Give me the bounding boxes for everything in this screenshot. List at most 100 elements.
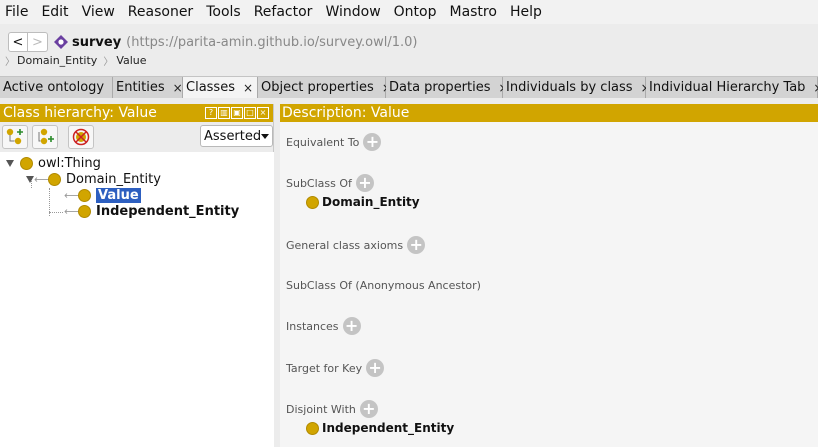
tree-expand-icon[interactable] [6, 159, 14, 167]
tree-node-label: owl:Thing [38, 155, 101, 171]
class-tree: owl:Thing ⟵ Domain_Entity ⟵ Value ⟵ Inde… [0, 152, 274, 447]
tab-label: Entities [116, 80, 165, 95]
add-subclass-button[interactable] [2, 125, 28, 149]
add-superclass-button[interactable]: + [355, 174, 374, 192]
menu-reasoner[interactable]: Reasoner [122, 0, 200, 24]
hierarchy-mode-value: Asserted [204, 128, 262, 144]
menu-mastro[interactable]: Mastro [443, 0, 503, 24]
class-icon [78, 204, 91, 218]
class-icon [20, 156, 33, 170]
tab-label: Classes [186, 80, 235, 95]
section-equivalent-to: Equivalent To + [286, 133, 382, 151]
add-disjoint-button[interactable]: + [359, 400, 378, 418]
menu-file[interactable]: File [0, 0, 35, 24]
maximize-icon[interactable]: □ [244, 107, 256, 119]
disjoint-with-entry[interactable]: Independent_Entity [306, 421, 454, 435]
tree-node-label: Independent_Entity [96, 203, 240, 219]
tree-node-owl-thing[interactable]: owl:Thing [6, 155, 101, 171]
menu-view[interactable]: View [76, 0, 122, 24]
add-sibling-class-button[interactable] [32, 125, 58, 149]
menu-bar: File Edit View Reasoner Tools Refactor W… [0, 0, 818, 24]
menu-tools[interactable]: Tools [200, 0, 248, 24]
tree-node-domain-entity[interactable]: ⟵ Domain_Entity [26, 171, 161, 187]
tab-classes[interactable]: Classes × [183, 77, 258, 98]
breadcrumb-separator: 〉 [103, 56, 114, 68]
section-instances: Instances + [286, 317, 361, 335]
add-sibling-icon [38, 128, 54, 145]
class-hierarchy-panel: Class hierarchy: Value ? ▥ ▣ □ × Asserte… [0, 104, 274, 447]
section-label: Instances [286, 319, 339, 333]
split-view-icon[interactable]: ▥ [218, 107, 230, 119]
panel-title: Description: Value [282, 105, 410, 121]
tab-label: Active ontology [3, 80, 105, 95]
tab-object-properties[interactable]: Object properties × [258, 77, 392, 98]
section-label: SubClass Of [286, 176, 352, 190]
breadcrumb: 〉 Domain_Entity 〉 Value [0, 52, 147, 68]
forward-button[interactable]: > [28, 32, 48, 52]
section-label: General class axioms [286, 238, 404, 252]
tree-node-label-selected: Value [96, 187, 141, 203]
chevron-down-icon [261, 134, 269, 139]
class-hierarchy-header: Class hierarchy: Value ? ▥ ▣ □ × [0, 104, 273, 122]
section-label: SubClass Of (Anonymous Ancestor) [286, 279, 481, 292]
subclass-arrow-icon: ⟵ [64, 204, 80, 218]
subclass-arrow-icon: ⟵ [64, 188, 80, 202]
tree-expand-icon[interactable] [26, 175, 34, 183]
tab-label: Individual Hierarchy Tab [649, 80, 806, 95]
section-label: Equivalent To [286, 135, 360, 149]
subclass-arrow-icon: ⟵ [34, 172, 50, 186]
class-icon [306, 421, 319, 435]
tab-label: Individuals by class [506, 80, 633, 95]
breadcrumb-item-domain-entity[interactable]: Domain_Entity [17, 54, 97, 67]
add-equivalent-button[interactable]: + [363, 133, 382, 151]
hierarchy-mode-select[interactable]: Asserted [200, 125, 273, 147]
section-general-class-axioms: General class axioms + [286, 236, 426, 254]
menu-ontop[interactable]: Ontop [388, 0, 444, 24]
delete-class-icon [72, 128, 90, 146]
section-target-for-key: Target for Key + [286, 359, 385, 377]
section-label: Target for Key [286, 361, 363, 375]
breadcrumb-item-value[interactable]: Value [116, 54, 146, 67]
description-panel: Description: Value Equivalent To + SubCl… [280, 104, 818, 447]
tab-data-properties[interactable]: Data properties × [386, 77, 509, 98]
add-general-axiom-button[interactable]: + [407, 236, 426, 254]
menu-refactor[interactable]: Refactor [248, 0, 320, 24]
subclass-of-entry[interactable]: Domain_Entity [306, 195, 420, 209]
tab-active-ontology[interactable]: Active ontology × [0, 77, 122, 98]
class-toolbar: Asserted [0, 122, 273, 152]
workspace-tabs: Active ontology × Entities × Classes × O… [0, 76, 818, 98]
class-icon [48, 172, 61, 186]
delete-class-button[interactable] [68, 125, 94, 149]
tab-label: Object properties [261, 80, 374, 95]
tab-close-icon[interactable]: × [243, 81, 253, 95]
add-subclass-icon [6, 128, 23, 145]
entry-label: Domain_Entity [322, 195, 420, 209]
pin-view-icon[interactable]: ▣ [231, 107, 243, 119]
breadcrumb-separator: 〉 [5, 56, 15, 68]
tab-individual-hierarchy[interactable]: Individual Hierarchy Tab × [646, 77, 818, 98]
section-label: Disjoint With [286, 402, 356, 416]
tab-close-icon[interactable]: × [813, 81, 818, 95]
tab-close-icon[interactable]: × [173, 81, 183, 95]
ontology-name: survey [72, 34, 122, 50]
add-key-button[interactable]: + [366, 359, 385, 377]
section-subclass-of: SubClass Of + [286, 174, 374, 192]
tree-node-value[interactable]: ⟵ Value [64, 187, 141, 203]
tab-label: Data properties [389, 80, 491, 95]
close-icon[interactable]: × [257, 107, 269, 119]
tab-individuals-by-class[interactable]: Individuals by class × [503, 77, 651, 98]
tab-entities[interactable]: Entities × [113, 77, 183, 98]
entry-label: Independent_Entity [322, 421, 455, 435]
class-icon [306, 195, 319, 209]
tree-node-independent-entity[interactable]: ⟵ Independent_Entity [64, 203, 239, 219]
class-icon [78, 188, 91, 202]
menu-edit[interactable]: Edit [35, 0, 75, 24]
help-icon[interactable]: ? [205, 107, 217, 119]
add-instance-button[interactable]: + [342, 317, 361, 335]
tree-node-label: Domain_Entity [66, 171, 161, 187]
ontology-address-bar: < > survey (https://parita-amin.github.i… [0, 30, 818, 54]
menu-help[interactable]: Help [504, 0, 549, 24]
panel-title: Class hierarchy: Value [3, 105, 157, 121]
menu-window[interactable]: Window [319, 0, 387, 24]
back-button[interactable]: < [8, 32, 28, 52]
